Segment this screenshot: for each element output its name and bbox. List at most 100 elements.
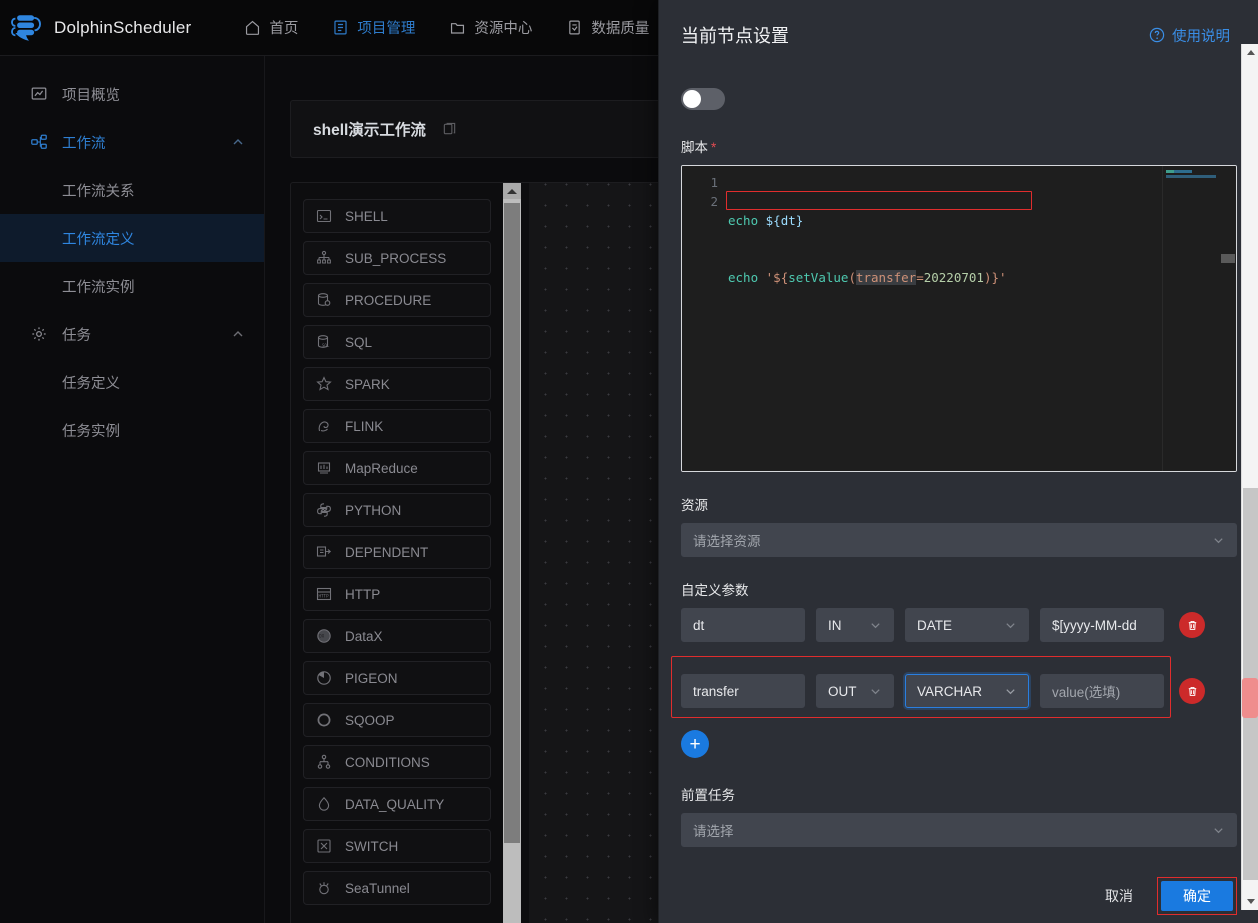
param-type-value: VARCHAR	[917, 683, 983, 699]
chevron-down-icon	[1006, 688, 1015, 694]
overview-icon	[31, 87, 47, 100]
delete-param-button[interactable]	[1179, 678, 1205, 704]
task-item-sqoop[interactable]: SQOOP	[303, 703, 491, 737]
param-type-select[interactable]: VARCHAR	[905, 674, 1029, 708]
task-item-label: DATA_QUALITY	[345, 796, 445, 812]
sidebar-item-workflow-instance[interactable]: 工作流实例	[0, 262, 264, 310]
trash-icon	[1188, 686, 1196, 696]
editor-vertical-scrollbar[interactable]	[1220, 166, 1236, 471]
task-item-label: SUB_PROCESS	[345, 250, 447, 266]
task-item-label: PIGEON	[345, 670, 398, 686]
sidebar-item-workflow[interactable]: 工作流	[0, 118, 264, 166]
param-value-input[interactable]: $[yyyy-MM-dd	[1040, 608, 1164, 642]
droplet-icon	[318, 797, 330, 811]
script-label-text: 脚本	[681, 140, 708, 155]
task-item-datax[interactable]: DX DataX	[303, 619, 491, 653]
line-number: 1	[710, 175, 718, 190]
param-direction-select[interactable]: OUT	[816, 674, 894, 708]
scrollbar-thumb[interactable]	[1221, 254, 1235, 263]
sidebar-item-label: 任务	[62, 327, 91, 344]
scroll-down-arrow[interactable]	[1242, 893, 1258, 910]
script-code-editor[interactable]: 1 2 echo ${dt} echo '${setValue(transfer…	[681, 165, 1237, 472]
scrollbar-thumb[interactable]	[504, 203, 520, 843]
param-direction-select[interactable]: IN	[816, 608, 894, 642]
task-item-procedure[interactable]: PROCEDURE	[303, 283, 491, 317]
task-item-seatunnel[interactable]: SeaTunnel	[303, 871, 491, 905]
chevron-up-icon	[233, 331, 243, 337]
param-type-select[interactable]: DATE	[905, 608, 1029, 642]
folder-icon	[451, 23, 465, 34]
confirm-button[interactable]: 确定	[1161, 881, 1233, 911]
resource-select[interactable]: 请选择资源	[681, 523, 1237, 557]
param-name-value: transfer	[693, 683, 739, 699]
sidebar-item-workflow-relation[interactable]: 工作流关系	[0, 166, 264, 214]
home-icon	[246, 20, 260, 35]
editor-minimap[interactable]	[1162, 166, 1220, 471]
subprocess-icon	[317, 250, 331, 264]
param-value-input[interactable]: value(选填)	[1040, 674, 1164, 708]
param-name-input[interactable]: transfer	[681, 674, 805, 708]
sidebar-item-label: 工作流实例	[62, 279, 135, 296]
task-item-data-quality[interactable]: DATA_QUALITY	[303, 787, 491, 821]
workflow-icon	[31, 134, 47, 149]
task-palette-scrollbar[interactable]	[503, 183, 521, 923]
task-item-mapreduce[interactable]: MapReduce	[303, 451, 491, 485]
nav-item-home-label: 首页	[269, 21, 299, 37]
task-item-label: MapReduce	[345, 460, 418, 476]
copy-icon[interactable]	[442, 122, 457, 137]
task-item-python[interactable]: PYTHON	[303, 493, 491, 527]
database-sql-icon: SQL	[317, 335, 330, 348]
cancel-button[interactable]: 取消	[1089, 880, 1149, 912]
task-item-label: SPARK	[345, 376, 390, 392]
node-enable-toggle[interactable]	[681, 88, 725, 110]
dependent-icon	[316, 546, 332, 557]
pigeon-icon	[317, 671, 331, 685]
task-item-dependent[interactable]: DEPENDENT	[303, 535, 491, 569]
add-param-button[interactable]: +	[681, 730, 709, 758]
nav-item-resource-center-label: 资源中心	[474, 21, 533, 37]
task-item-flink[interactable]: FLINK	[303, 409, 491, 443]
task-item-label: CONDITIONS	[345, 754, 430, 770]
task-item-conditions[interactable]: CONDITIONS	[303, 745, 491, 779]
task-item-label: DataX	[345, 628, 383, 644]
task-item-shell[interactable]: SHELL	[303, 199, 491, 233]
scroll-up-arrow[interactable]	[503, 183, 521, 199]
nav-item-home[interactable]: 首页	[227, 0, 315, 56]
task-item-label: PROCEDURE	[345, 292, 432, 308]
scroll-up-arrow[interactable]	[1242, 44, 1258, 61]
task-item-sql[interactable]: SQL SQL	[303, 325, 491, 359]
task-item-spark[interactable]: SPARK	[303, 367, 491, 401]
help-link-label: 使用说明	[1172, 28, 1230, 45]
task-item-http[interactable]: HTTP HTTP	[303, 577, 491, 611]
sidebar-item-task[interactable]: 任务	[0, 310, 264, 358]
task-item-pigeon[interactable]: PIGEON	[303, 661, 491, 695]
sidebar-item-workflow-definition[interactable]: 工作流定义	[0, 214, 264, 262]
nav-item-resource-center[interactable]: 资源中心	[432, 0, 549, 56]
pre-task-select[interactable]: 请选择	[681, 813, 1237, 847]
editor-line-numbers: 1 2	[682, 166, 728, 471]
brand-name: DolphinScheduler	[54, 17, 192, 37]
nav-item-project-management-label: 项目管理	[357, 21, 416, 37]
nav-item-data-quality[interactable]: 数据质量	[549, 0, 666, 56]
delete-param-button[interactable]	[1179, 612, 1205, 638]
task-item-label: DEPENDENT	[345, 544, 429, 560]
gear-icon	[32, 327, 46, 341]
help-link[interactable]: 使用说明	[1149, 25, 1230, 46]
scrollbar-annotation-marker	[1242, 678, 1258, 718]
param-name-input[interactable]: dt	[681, 608, 805, 642]
task-item-switch[interactable]: SWITCH	[303, 829, 491, 863]
param-name-value: dt	[693, 617, 705, 633]
dialog-scrollbar[interactable]	[1241, 44, 1258, 910]
nav-item-project-management[interactable]: 项目管理	[315, 0, 432, 56]
task-item-sub-process[interactable]: SUB_PROCESS	[303, 241, 491, 275]
sidebar-item-label: 任务定义	[62, 375, 120, 392]
sidebar-item-task-definition[interactable]: 任务定义	[0, 358, 264, 406]
chevron-up-icon	[233, 139, 243, 145]
svg-text:DX: DX	[319, 634, 324, 639]
sidebar-item-task-instance[interactable]: 任务实例	[0, 406, 264, 454]
sidebar-item-project-overview[interactable]: 项目概览	[0, 70, 264, 118]
brand[interactable]: DolphinScheduler	[10, 11, 191, 45]
left-sidebar: 项目概览 工作流 工作流关系 工作流定义 工作流实例 任务 任务定义 任务实例	[0, 56, 265, 923]
svg-text:HTTP: HTTP	[319, 594, 330, 599]
confirm-button-wrapper: 确定	[1157, 877, 1237, 915]
